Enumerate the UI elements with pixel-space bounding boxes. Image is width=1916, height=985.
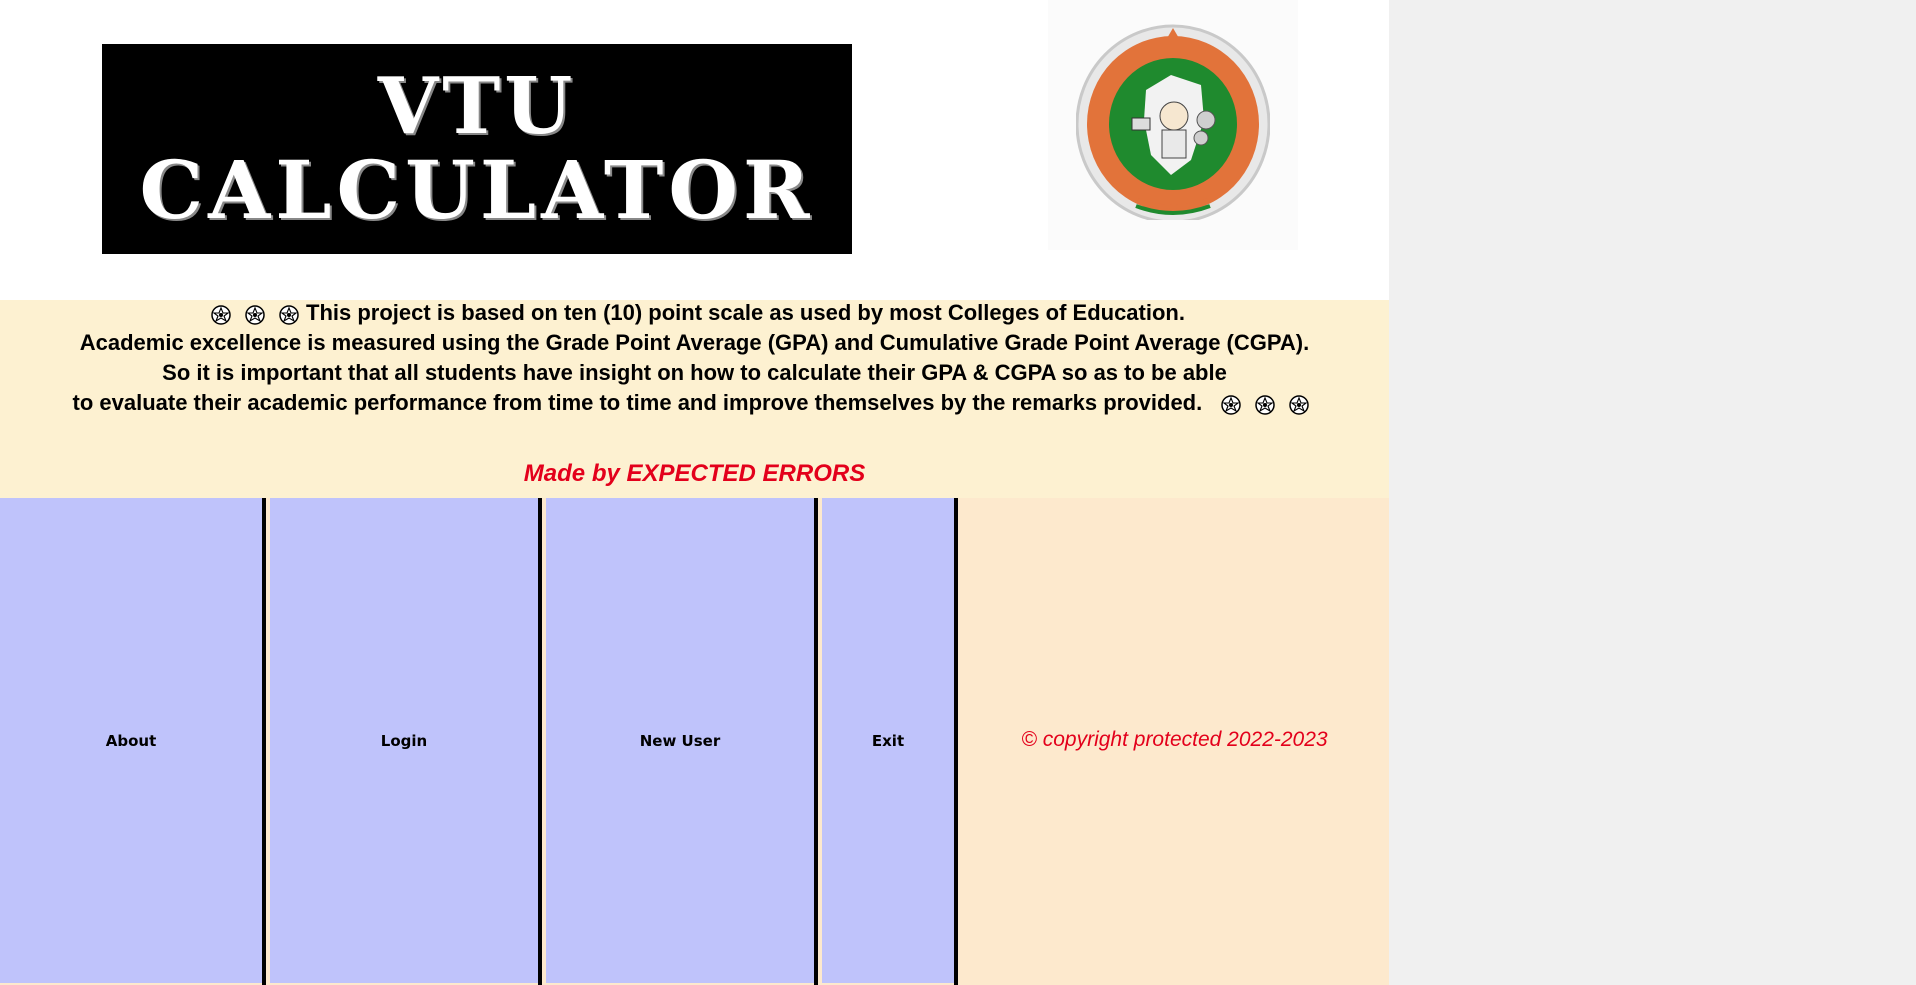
divider — [262, 498, 266, 985]
flower-icon — [279, 305, 299, 325]
title-banner: VTU CALCULATOR — [102, 44, 852, 254]
flower-icon — [1255, 395, 1275, 415]
divider — [814, 498, 818, 985]
info-panel: This project is based on ten (10) point … — [0, 300, 1389, 498]
divider — [538, 498, 542, 985]
info-line-4: to evaluate their academic performance f… — [0, 390, 1389, 416]
flower-icon — [1221, 395, 1241, 415]
exit-button[interactable]: Exit — [822, 498, 954, 983]
main-window: VTU CALCULATOR This project is based on … — [0, 0, 1389, 985]
copyright-label: © copyright protected 2022-2023 — [1021, 728, 1328, 751]
new-user-button[interactable]: New User — [546, 498, 814, 983]
button-row: About Login New User Exit © copyright pr… — [0, 498, 1389, 985]
made-by-label: Made by EXPECTED ERRORS — [523, 460, 866, 487]
flower-icon — [245, 305, 265, 325]
vtu-emblem-icon — [1076, 24, 1270, 220]
about-button[interactable]: About — [0, 498, 262, 983]
logo-container — [1048, 0, 1298, 250]
flower-icon — [211, 305, 231, 325]
info-line-2: Academic excellence is measured using th… — [79, 330, 1310, 355]
login-button[interactable]: Login — [270, 498, 538, 983]
flower-icon — [1289, 395, 1309, 415]
banner-line1: VTU — [377, 61, 577, 153]
info-line-1: This project is based on ten (10) point … — [0, 300, 1389, 326]
info-text-1: This project is based on ten (10) point … — [306, 300, 1185, 325]
info-line-3: So it is important that all students hav… — [162, 360, 1227, 385]
banner-line2: CALCULATOR — [139, 142, 815, 237]
info-text-4: to evaluate their academic performance f… — [72, 390, 1203, 415]
divider — [954, 498, 958, 985]
